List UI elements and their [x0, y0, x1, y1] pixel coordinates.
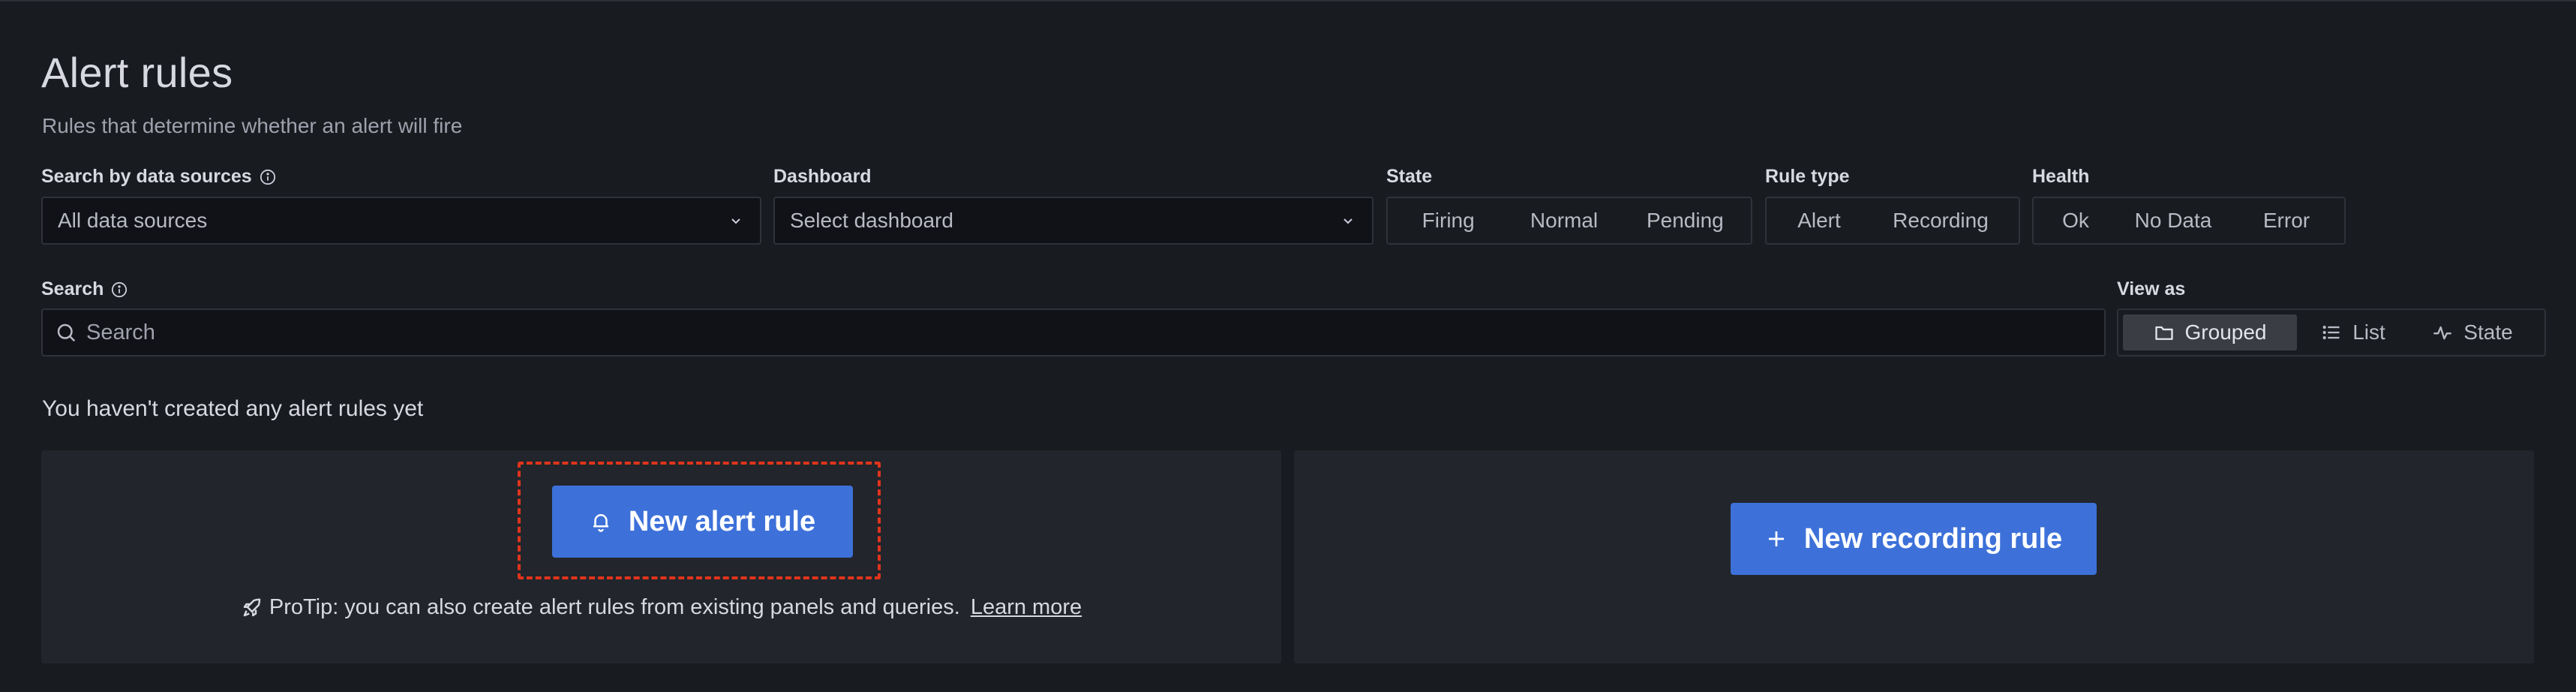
rule-type-radio-group: Alert Recording — [1765, 197, 2020, 245]
new-recording-rule-button[interactable]: New recording rule — [1731, 503, 2097, 575]
dashboard-label: Dashboard — [773, 166, 872, 188]
new-alert-card: New alert rule ProTip: you can also crea… — [41, 450, 1281, 663]
search-box — [41, 308, 2106, 357]
info-icon[interactable] — [111, 281, 128, 298]
chevron-down-icon — [727, 212, 745, 230]
alert-rules-page: Alert rules Rules that determine whether… — [0, 0, 2576, 692]
health-option-error[interactable]: Error — [2233, 203, 2340, 239]
page-title: Alert rules — [41, 49, 233, 96]
info-icon[interactable] — [260, 169, 276, 185]
new-alert-rule-label: New alert rule — [628, 505, 816, 537]
health-label: Health — [2032, 166, 2089, 188]
health-label-text: Health — [2032, 166, 2090, 187]
search-label-text: Search — [41, 278, 104, 299]
view-as-grouped-label: Grouped — [2184, 320, 2267, 344]
dashboard-select[interactable]: Select dashboard — [773, 197, 1374, 245]
health-option-no-data[interactable]: No Data — [2113, 203, 2233, 239]
plus-icon — [1765, 528, 1788, 550]
folder-icon — [2154, 322, 2175, 343]
view-as-list-label: List — [2352, 320, 2385, 344]
protip-text: ProTip: you can also create alert rules … — [269, 595, 960, 619]
view-as-label-text: View as — [2117, 278, 2186, 299]
heart-rate-icon — [2432, 322, 2453, 343]
rule-type-option-recording[interactable]: Recording — [1867, 203, 2014, 239]
health-option-ok[interactable]: Ok — [2038, 203, 2113, 239]
new-recording-card: New recording rule — [1294, 450, 2534, 663]
bell-icon — [590, 510, 612, 533]
rocket-icon — [241, 597, 263, 619]
search-icon — [55, 321, 77, 344]
view-as-label: View as — [2117, 278, 2185, 300]
protip: ProTip: you can also create alert rules … — [41, 595, 1281, 620]
list-icon — [2321, 322, 2342, 343]
data-sources-select[interactable]: All data sources — [41, 197, 761, 245]
state-radio-group: Firing Normal Pending — [1386, 197, 1752, 245]
page-subtitle: Rules that determine whether an alert wi… — [42, 114, 463, 137]
state-option-normal[interactable]: Normal — [1504, 203, 1623, 239]
chevron-down-icon — [1339, 212, 1357, 230]
learn-more-link[interactable]: Learn more — [971, 595, 1082, 620]
data-sources-value: All data sources — [58, 209, 208, 232]
state-label-text: State — [1386, 166, 1433, 187]
new-alert-rule-button[interactable]: New alert rule — [552, 486, 853, 558]
search-label: Search — [41, 278, 128, 300]
state-option-firing[interactable]: Firing — [1392, 203, 1504, 239]
new-recording-rule-label: New recording rule — [1803, 522, 2063, 555]
dashboard-placeholder: Select dashboard — [790, 209, 953, 232]
data-sources-label-text: Search by data sources — [41, 166, 252, 187]
view-as-grouped[interactable]: Grouped — [2123, 314, 2297, 351]
dashboard-label-text: Dashboard — [773, 166, 872, 187]
state-label: State — [1386, 166, 1432, 188]
view-as-state[interactable]: State — [2409, 314, 2535, 351]
health-radio-group: Ok No Data Error — [2032, 197, 2346, 245]
state-option-pending[interactable]: Pending — [1624, 203, 1746, 239]
rule-type-option-alert[interactable]: Alert — [1771, 203, 1867, 239]
search-input[interactable] — [86, 320, 2092, 345]
rule-type-label: Rule type — [1765, 166, 1850, 188]
view-as-radio-group: Grouped List State — [2117, 308, 2546, 357]
view-as-list[interactable]: List — [2297, 314, 2409, 351]
data-sources-label: Search by data sources — [41, 166, 276, 188]
empty-state-message: You haven't created any alert rules yet — [42, 396, 424, 421]
view-as-state-label: State — [2463, 320, 2513, 344]
rule-type-label-text: Rule type — [1765, 166, 1850, 187]
